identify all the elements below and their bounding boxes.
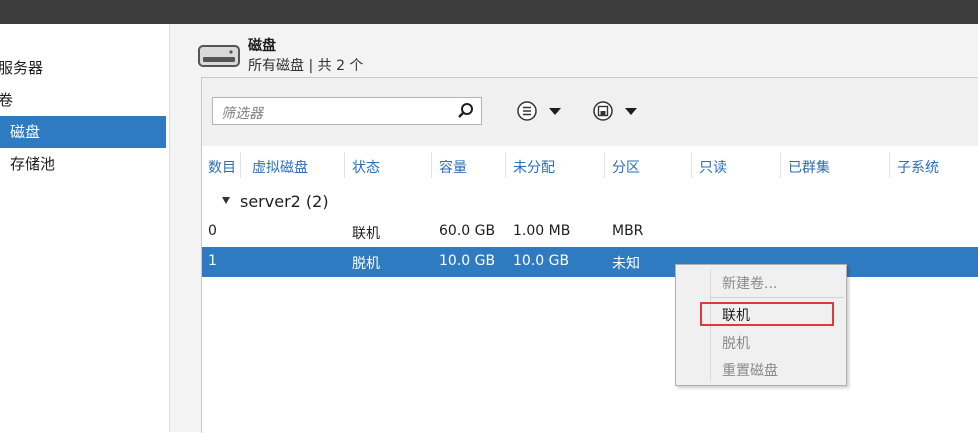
column-divider[interactable] [431,152,432,178]
list-view-dropdown-button[interactable] [516,99,566,123]
column-header-status[interactable]: 状态 [352,157,380,177]
filter-input[interactable]: 筛选器 [212,97,482,125]
context-menu: 新建卷... 联机 脱机 重置磁盘 [675,264,847,386]
column-header-partition[interactable]: 分区 [612,157,640,177]
menu-item-reset-disk[interactable]: 重置磁盘 [722,360,778,380]
table-row-selected[interactable]: 1 脱机 10.0 GB 10.0 GB 未知 [202,247,978,277]
column-divider[interactable] [889,152,890,178]
cell-unallocated: 10.0 GB [513,253,570,269]
column-header-number[interactable]: 数目 [208,157,236,177]
window-titlebar [0,0,978,24]
filter-placeholder: 筛选器 [221,106,263,122]
sidebar-item-disks[interactable]: 磁盘 [0,116,166,148]
column-divider[interactable] [240,152,241,178]
column-divider[interactable] [604,152,605,178]
sidebar-item-volumes[interactable]: 卷 [0,84,164,116]
group-label: server2 (2) [240,192,329,211]
cell-partition: MBR [612,223,644,239]
page-title: 磁盘 [248,38,276,54]
sidebar-item-label: 磁盘 [10,123,41,141]
menu-item-offline[interactable]: 脱机 [722,333,750,353]
column-divider[interactable] [691,152,692,178]
cell-number: 0 [208,223,217,239]
sidebar-item-label: 卷 [0,91,14,109]
column-divider[interactable] [344,152,345,178]
cell-capacity: 10.0 GB [439,253,496,269]
column-header-read-only[interactable]: 只读 [699,157,727,177]
cell-unallocated: 1.00 MB [513,223,571,239]
cell-number: 1 [208,253,217,269]
column-divider[interactable] [780,152,781,178]
sidebar-item-label: 存储池 [10,155,56,173]
column-header-capacity[interactable]: 容量 [439,157,467,177]
page-subtitle: 所有磁盘 | 共 2 个 [248,58,364,74]
group-header-server2[interactable]: server2 (2) [222,192,329,211]
collapse-triangle-icon[interactable] [222,197,230,204]
menu-separator [710,297,844,298]
column-header-subsystem[interactable]: 子系统 [897,157,939,177]
column-divider[interactable] [505,152,506,178]
sidebar-item-storage-pools[interactable]: 存储池 [0,148,166,180]
search-icon[interactable] [457,102,475,120]
chevron-down-icon [549,108,561,115]
table-header: 数目 虚拟磁盘 状态 容量 未分配 分区 只读 已群集 子系统 [202,147,978,183]
sidebar-item-servers[interactable]: 服务器 [0,52,164,84]
column-header-clustered[interactable]: 已群集 [788,157,830,177]
sidebar-item-label: 服务器 [0,59,44,77]
chevron-down-icon [625,108,637,115]
disk-icon [198,45,240,67]
save-dropdown-button[interactable] [592,99,642,123]
highlight-box [700,302,834,326]
cell-status: 脱机 [352,256,380,272]
cell-status: 联机 [352,226,380,242]
menu-item-new-volume[interactable]: 新建卷... [722,273,777,293]
cell-partition: 未知 [612,256,640,272]
cell-capacity: 60.0 GB [439,223,496,239]
column-header-virtual-disk[interactable]: 虚拟磁盘 [252,157,308,177]
table-row[interactable]: 0 联机 60.0 GB 1.00 MB MBR [202,217,978,247]
column-header-unallocated[interactable]: 未分配 [513,157,555,177]
